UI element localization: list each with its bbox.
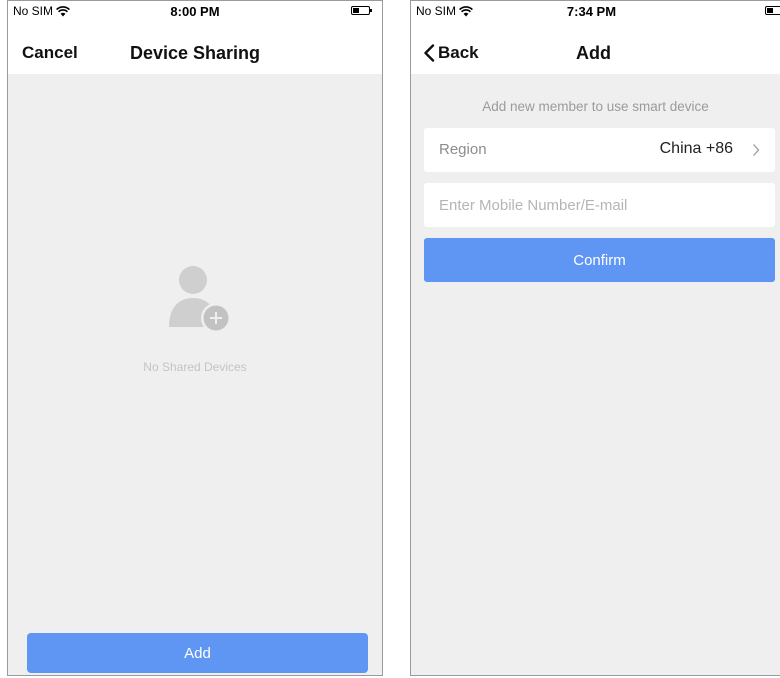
battery-icon (351, 6, 372, 15)
add-button[interactable]: Add (27, 633, 368, 673)
cancel-button[interactable]: Cancel (22, 43, 78, 63)
status-time: 8:00 PM (170, 4, 220, 19)
chevron-right-icon (753, 144, 760, 156)
instruction-text: Add new member to use smart device (482, 99, 709, 114)
region-value: China +86 (659, 140, 733, 157)
person-add-icon (169, 266, 231, 333)
status-bar: No SIM 8:00 PM (8, 1, 382, 21)
chevron-left-icon (424, 44, 435, 62)
status-bar: No SIM 7:34 PM (411, 1, 780, 21)
add-member-screen: No SIM 7:34 PM Add Back Add new member t… (410, 0, 780, 676)
empty-state-text: No Shared Devices (143, 360, 247, 374)
region-selector[interactable]: Region China +86 (424, 128, 775, 172)
back-label: Back (438, 43, 479, 62)
status-time: 7:34 PM (566, 4, 617, 19)
contact-input[interactable] (424, 183, 775, 227)
back-button[interactable]: Back (423, 43, 479, 63)
confirm-button[interactable]: Confirm (424, 238, 775, 282)
device-sharing-screen: No SIM 8:00 PM Device Sharing Cancel No … (7, 0, 383, 676)
battery-icon (765, 6, 780, 15)
region-label: Region (439, 141, 487, 158)
navigation-bar: Device Sharing Cancel (8, 21, 382, 74)
navigation-bar: Add Back (411, 21, 780, 74)
